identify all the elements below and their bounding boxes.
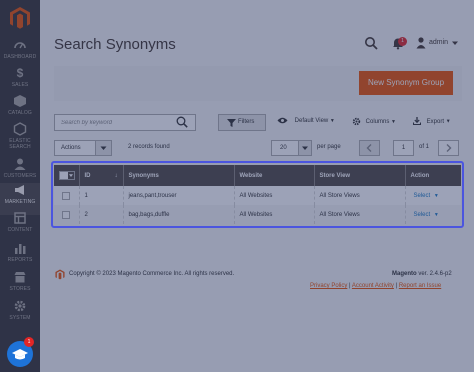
user-icon [13,157,27,171]
filters-button[interactable]: Filters [218,114,266,131]
help-notification-badge: 1 [24,337,34,347]
gear-icon [352,117,361,126]
sidebar-item-elastic-search[interactable]: ELASTIC SEARCH [0,122,40,158]
search-icon[interactable] [176,116,188,128]
sidebar-item-label: DASHBOARD [3,54,37,60]
total-pages: of 1 [419,144,430,150]
export-dropdown[interactable]: Export ▼ [412,117,451,126]
version-number: ver. 2.4.6-p2 [416,271,452,277]
search-icon[interactable] [364,36,378,50]
eye-icon [277,117,288,124]
notification-badge: 1 [398,37,407,46]
sidebar-item-label: STORES [9,286,31,292]
hexagon-icon [13,122,27,136]
brand-name: Magento [392,271,417,277]
chevron-down-icon [95,141,111,155]
columns-label: Columns [365,119,390,126]
current-page-input[interactable]: 1 [393,140,414,156]
per-page-select[interactable]: 20 [271,140,312,156]
sidebar-item-label: CUSTOMERS [3,173,37,179]
sidebar-item-label: SALES [11,82,29,88]
chevron-down-icon [298,141,311,155]
sidebar-item-system[interactable]: SYSTEM [0,299,40,331]
dollar-icon: $ [16,66,24,80]
mass-actions-dropdown[interactable]: Actions [54,140,112,156]
page-title: Search Synonyms [54,36,176,53]
new-synonym-group-button[interactable]: New Synonym Group [359,71,453,95]
mass-actions-label: Actions [61,145,81,151]
footer-links: Privacy Policy | Account Activity | Repo… [310,283,441,289]
records-found: 2 records found [128,144,170,150]
chevron-down-icon: ▼ [445,118,451,125]
chevron-down-icon: ▼ [391,119,396,126]
previous-page-button[interactable] [359,140,380,156]
bar-chart-icon [13,241,27,255]
user-icon[interactable] [416,37,426,49]
sidebar-item-label: CATALOG [8,110,32,116]
per-page-value: 20 [280,145,287,151]
sidebar-item-label: REPORTS [7,257,33,263]
filter-funnel-icon [227,119,236,127]
sidebar-item-reports[interactable]: REPORTS [0,241,40,273]
sidebar-item-label: SYSTEM [9,315,31,321]
per-page-label: per page [317,144,341,150]
next-page-button[interactable] [438,140,459,156]
columns-dropdown[interactable]: Columns ▼ [352,117,396,126]
gear-icon [13,299,27,313]
version-info: Magento ver. 2.4.6-p2 [392,271,452,277]
export-label: Export [426,118,445,125]
store-icon [13,270,27,284]
privacy-policy-link[interactable]: Privacy Policy [310,283,347,289]
admin-user-menu[interactable]: admin [429,39,448,46]
sidebar-item-content[interactable]: CONTENT [0,211,40,243]
layout-icon [13,211,27,225]
magento-logo[interactable] [9,6,31,30]
account-activity-link[interactable]: Account Activity [352,283,394,289]
sidebar-item-label: CONTENT [7,227,33,233]
megaphone-icon [13,183,27,197]
chevron-right-icon [446,144,452,152]
copyright-text: Copyright © 2023 Magento Commerce Inc. A… [69,271,235,277]
admin-sidebar: DASHBOARD $ SALES CATALOG ELASTIC SEARCH… [0,0,40,372]
sidebar-item-stores[interactable]: STORES [0,270,40,302]
chevron-down-icon: ▼ [329,118,335,125]
default-view-label: Default View [294,118,329,125]
chevron-left-icon [366,144,372,152]
speedometer-icon [13,38,27,52]
download-icon [412,117,422,126]
default-view-dropdown[interactable]: Default View ▼ [277,117,335,124]
grid-highlight-ring [51,161,464,228]
magento-footer-logo [55,269,65,280]
keyword-search-field [54,114,196,131]
report-issue-link[interactable]: Report an Issue [399,283,441,289]
filters-label: Filters [238,119,255,125]
sidebar-item-label: MARKETING [4,199,36,205]
chevron-down-icon[interactable] [452,40,458,46]
box-icon [13,94,27,108]
sidebar-item-label: ELASTIC SEARCH [9,138,31,150]
keyword-search-input[interactable] [61,117,171,129]
